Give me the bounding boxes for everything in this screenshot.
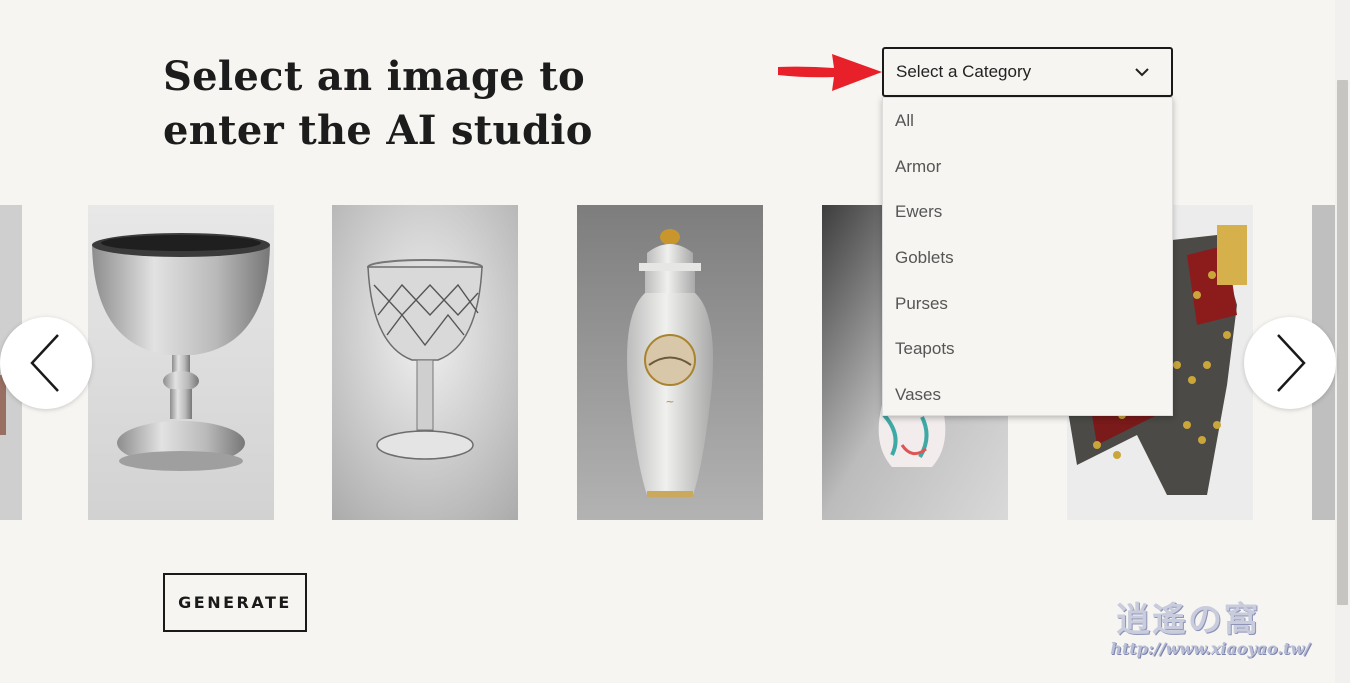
chevron-right-icon	[1277, 334, 1306, 392]
carousel-image-glass-goblet[interactable]	[332, 205, 518, 520]
chevron-down-icon	[1135, 68, 1149, 77]
page-title-line-2: enter the AI studio	[163, 107, 593, 154]
watermark-logo: 逍遙の窩	[1116, 600, 1260, 640]
page-title: Select an image to enter the AI studio	[163, 50, 593, 158]
scrollbar-thumb[interactable]	[1337, 80, 1348, 605]
page-scrollbar[interactable]	[1335, 0, 1350, 683]
carousel-image-silver-goblet[interactable]	[88, 205, 274, 520]
category-dropdown-menu: All Armor Ewers Goblets Purses Teapots V…	[882, 97, 1173, 416]
svg-text:~: ~	[665, 395, 674, 408]
generate-button[interactable]: GENERATE	[163, 573, 307, 632]
category-select-label: Select a Category	[896, 62, 1032, 81]
carousel-prev-button[interactable]	[0, 317, 92, 409]
red-arrow-icon	[778, 54, 882, 91]
category-option-vases[interactable]: Vases	[883, 372, 1172, 418]
page-title-line-1: Select an image to	[163, 53, 586, 100]
category-option-teapots[interactable]: Teapots	[883, 326, 1172, 372]
carousel-next-button[interactable]	[1244, 317, 1336, 409]
category-option-purses[interactable]: Purses	[883, 281, 1172, 327]
category-option-ewers[interactable]: Ewers	[883, 189, 1172, 235]
carousel-image-covered-vase[interactable]: ~	[577, 205, 763, 520]
category-select[interactable]: Select a Category	[882, 47, 1173, 97]
watermark: 逍遙の窩 http://www.xiaoyao.tw/	[1090, 592, 1320, 662]
category-option-goblets[interactable]: Goblets	[883, 235, 1172, 281]
watermark-url: http://www.xiaoyao.tw/	[1110, 639, 1310, 658]
category-option-armor[interactable]: Armor	[883, 144, 1172, 190]
category-option-all[interactable]: All	[883, 98, 1172, 144]
chevron-left-icon	[30, 334, 59, 392]
